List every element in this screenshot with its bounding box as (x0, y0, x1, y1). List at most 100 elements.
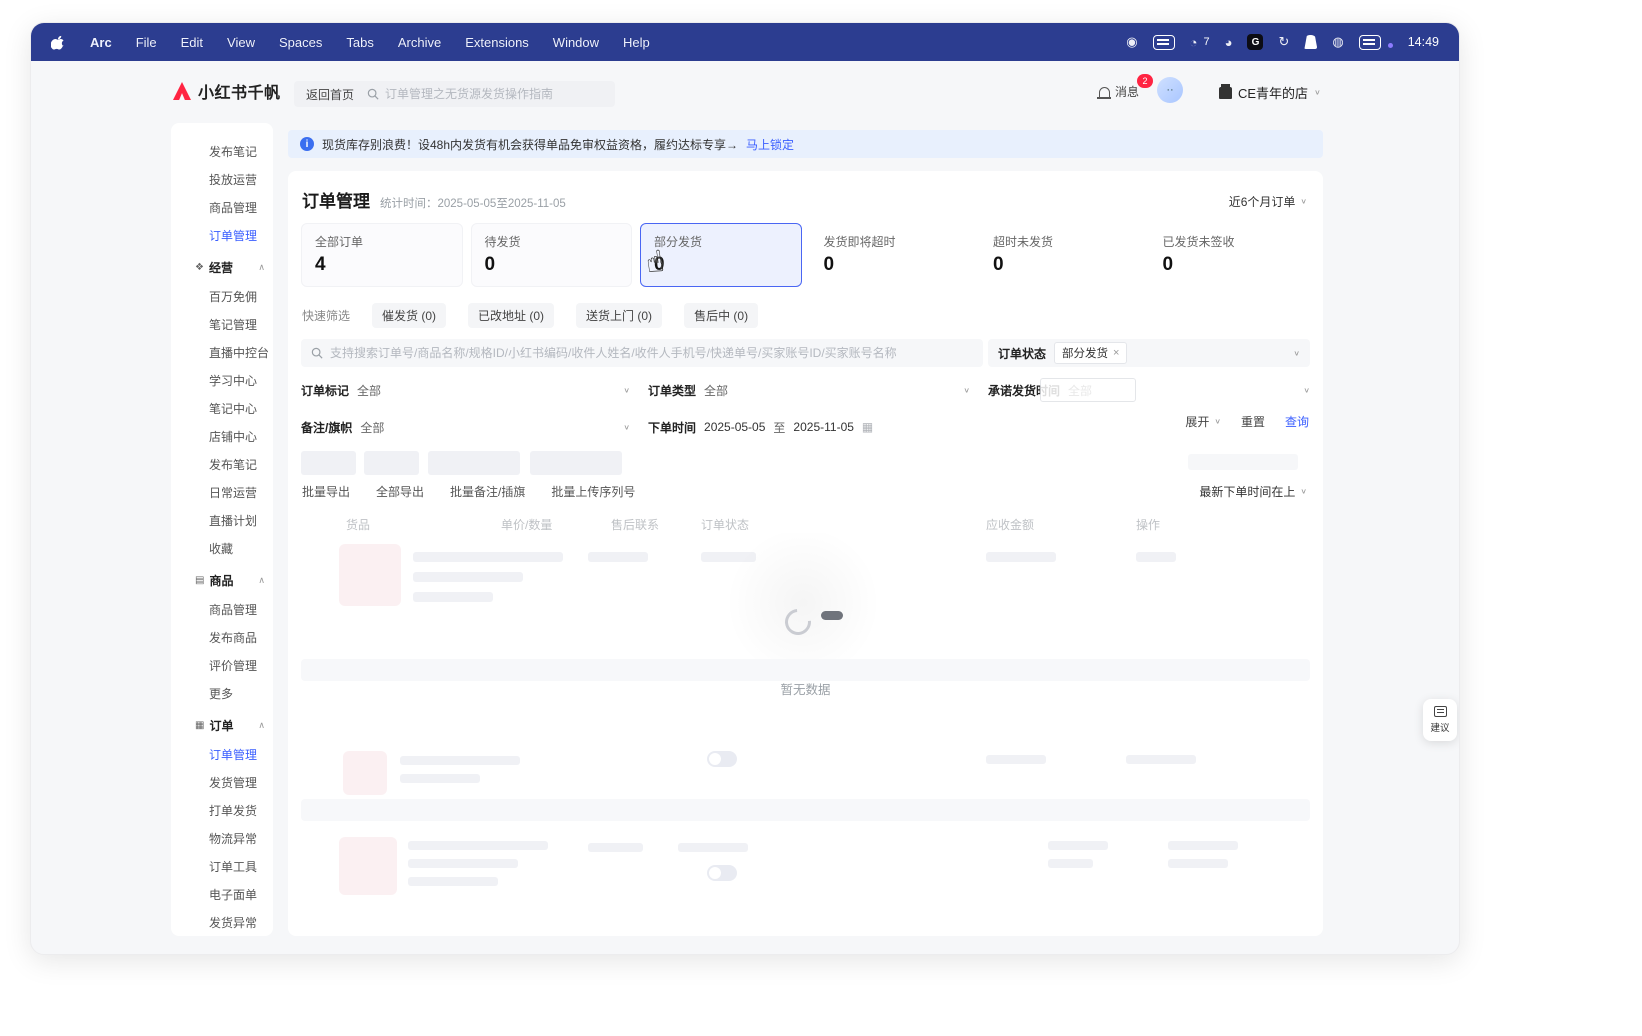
user-tray-icon[interactable] (1304, 35, 1317, 49)
shop-switcher[interactable]: CE青年的店 ∨ (1219, 83, 1321, 102)
order-search[interactable] (301, 339, 983, 367)
stat-card-all-orders[interactable]: 全部订单 4 (301, 223, 463, 287)
batch-upload-serial-button[interactable]: 批量上传序列号 (551, 483, 635, 500)
order-mark-select[interactable]: 订单标记 全部 ∨ (301, 376, 648, 404)
sidebar-item[interactable]: 发货异常 (171, 908, 273, 936)
order-time-range[interactable]: 下单时间 2025-05-05 至 2025-11-05 ▦ (648, 413, 1048, 441)
sidebar-item[interactable]: 日常运营 (171, 478, 273, 506)
menubar-item-help[interactable]: Help (623, 35, 650, 50)
batch-note-flag-button[interactable]: 批量备注/插旗 (450, 483, 525, 500)
note-flag-select[interactable]: 备注/旗帜 全部 ∨ (301, 413, 648, 441)
sidebar-item[interactable]: 百万免佣 (171, 282, 273, 310)
sidebar-section-order[interactable]: ▦ 订单 ∧ (171, 707, 273, 740)
reset-button[interactable]: 重置 (1241, 413, 1265, 430)
record-status-icon[interactable]: ◉ (1126, 34, 1137, 50)
ghost-bar (1048, 859, 1093, 868)
sidebar-item[interactable]: 打单发货 (171, 796, 273, 824)
menubar-item-edit[interactable]: Edit (181, 35, 203, 50)
sidebar-item[interactable]: 更多 (171, 679, 273, 707)
app-logo[interactable]: 小红书千帆 (173, 79, 281, 103)
feedback-button[interactable]: 建议 (1423, 699, 1457, 741)
order-range-select[interactable]: 近6个月订单 ∨ (1229, 193, 1307, 210)
filter-tab-urge-ship[interactable]: 催发货 (0) (372, 303, 446, 328)
sidebar-item-publish-note[interactable]: 发布笔记 (171, 137, 273, 165)
menubar-item-file[interactable]: File (136, 35, 157, 50)
tag-close-icon[interactable]: × (1113, 347, 1119, 359)
ghost-button (428, 451, 520, 475)
sidebar-section-operation[interactable]: ❖ 经营 ∧ (171, 249, 273, 282)
sidebar-item-order-mgmt[interactable]: 订单管理 (171, 221, 273, 249)
sort-order-select[interactable]: 最新下单时间在上 ∨ (1199, 483, 1307, 500)
sidebar-item[interactable]: 发货管理 (171, 768, 273, 796)
ghost-toggle[interactable] (707, 751, 737, 767)
date-from[interactable]: 2025-05-05 (704, 420, 765, 434)
sidebar-item[interactable]: 学习中心 (171, 366, 273, 394)
notice-banner: i 现货库存别浪费！设48h内发货有机会获得单品免审权益资格，履约达标专享→ 马… (288, 130, 1323, 158)
order-search-input[interactable] (330, 346, 973, 360)
menubar-item-spaces[interactable]: Spaces (279, 35, 322, 50)
ghost-bar (986, 552, 1056, 562)
filter-label: 订单标记 (301, 382, 349, 399)
sidebar-item[interactable]: 笔记中心 (171, 394, 273, 422)
sidebar-item[interactable]: 订单工具 (171, 852, 273, 880)
header-search-input[interactable] (385, 87, 607, 101)
globe-tray-icon[interactable]: ◍ (1332, 34, 1343, 50)
sidebar-section-product[interactable]: ▤ 商品 ∧ (171, 562, 273, 595)
query-button[interactable]: 查询 (1285, 413, 1309, 430)
avatar[interactable]: ·· (1157, 77, 1183, 103)
sidebar-item[interactable]: 评价管理 (171, 651, 273, 679)
clock-tray-icon[interactable]: ◕ (1225, 35, 1233, 50)
stat-label: 待发货 (485, 233, 619, 250)
sidebar-item[interactable]: 发布笔记 (171, 450, 273, 478)
display-tray-icon[interactable] (1359, 35, 1381, 50)
stat-card-shipped-unsigned[interactable]: 已发货未签收 0 (1149, 223, 1311, 287)
sidebar-item[interactable]: 电子面单 (171, 880, 273, 908)
sidebar-item[interactable]: 收藏 (171, 534, 273, 562)
ghost-bar (678, 843, 748, 852)
sidebar-item[interactable]: 直播计划 (171, 506, 273, 534)
sidebar-item[interactable]: 笔记管理 (171, 310, 273, 338)
stat-card-to-ship[interactable]: 待发货 0 (471, 223, 633, 287)
sidebar-item[interactable]: 发布商品 (171, 623, 273, 651)
page-title: 订单管理 (302, 187, 370, 212)
game-controller-icon[interactable]: ◔ (1190, 35, 1198, 50)
messages-button[interactable]: 消息 2 (1099, 83, 1139, 100)
menubar-item-tabs[interactable]: Tabs (346, 35, 373, 50)
filter-tab-address-changed[interactable]: 已改地址 (0) (468, 303, 554, 328)
back-home-button[interactable]: 返回首页 (294, 81, 366, 107)
date-to[interactable]: 2025-11-05 (793, 420, 854, 434)
calendar-icon[interactable]: ▦ (862, 420, 873, 434)
menubar-item-extensions[interactable]: Extensions (465, 35, 529, 50)
stat-value: 0 (1163, 254, 1297, 276)
sidebar-item-product-mgmt[interactable]: 商品管理 (171, 193, 273, 221)
order-type-select[interactable]: 订单类型 全部 ∨ (648, 376, 988, 404)
promise-ship-time-select[interactable]: 承诺发货时间 全部 ∨ (988, 376, 1310, 404)
menubar-item-window[interactable]: Window (553, 35, 599, 50)
sidebar-item-order-mgmt-2[interactable]: 订单管理 (171, 740, 273, 768)
sidebar-item[interactable]: 店铺中心 (171, 422, 273, 450)
stat-card-shipping-timeout-soon[interactable]: 发货即将超时 0 (810, 223, 972, 287)
sidebar-item[interactable]: 商品管理 (171, 595, 273, 623)
filter-tab-home-delivery[interactable]: 送货上门 (0) (576, 303, 662, 328)
ghost-toggle[interactable] (707, 865, 737, 881)
batch-export-button[interactable]: 批量导出 (302, 483, 350, 500)
chat-app-icon[interactable] (1153, 35, 1175, 50)
banner-link[interactable]: 马上锁定 (746, 136, 794, 153)
apple-icon[interactable] (51, 35, 66, 50)
col-after-sale-contact: 售后联系 (611, 516, 659, 533)
menubar-item-view[interactable]: View (227, 35, 255, 50)
order-status-select[interactable]: 订单状态 部分发货 × ∨ (988, 339, 1310, 367)
sidebar-item[interactable]: 直播中控台 (171, 338, 273, 366)
menubar-item-archive[interactable]: Archive (398, 35, 441, 50)
expand-filters-button[interactable]: 展开 ∨ (1185, 413, 1221, 430)
sidebar-item[interactable]: 物流异常 (171, 824, 273, 852)
g-app-icon[interactable]: G (1247, 34, 1263, 50)
menubar-item-arc[interactable]: Arc (90, 35, 112, 50)
sidebar-item-ads-ops[interactable]: 投放运营 (171, 165, 273, 193)
stat-card-overdue-unshipped[interactable]: 超时未发货 0 (979, 223, 1141, 287)
header-search[interactable] (359, 81, 615, 107)
section-label: 商品 (209, 572, 233, 589)
export-all-button[interactable]: 全部导出 (376, 483, 424, 500)
filter-tab-after-sale[interactable]: 售后中 (0) (684, 303, 758, 328)
sync-icon[interactable]: ↻ (1278, 34, 1289, 50)
